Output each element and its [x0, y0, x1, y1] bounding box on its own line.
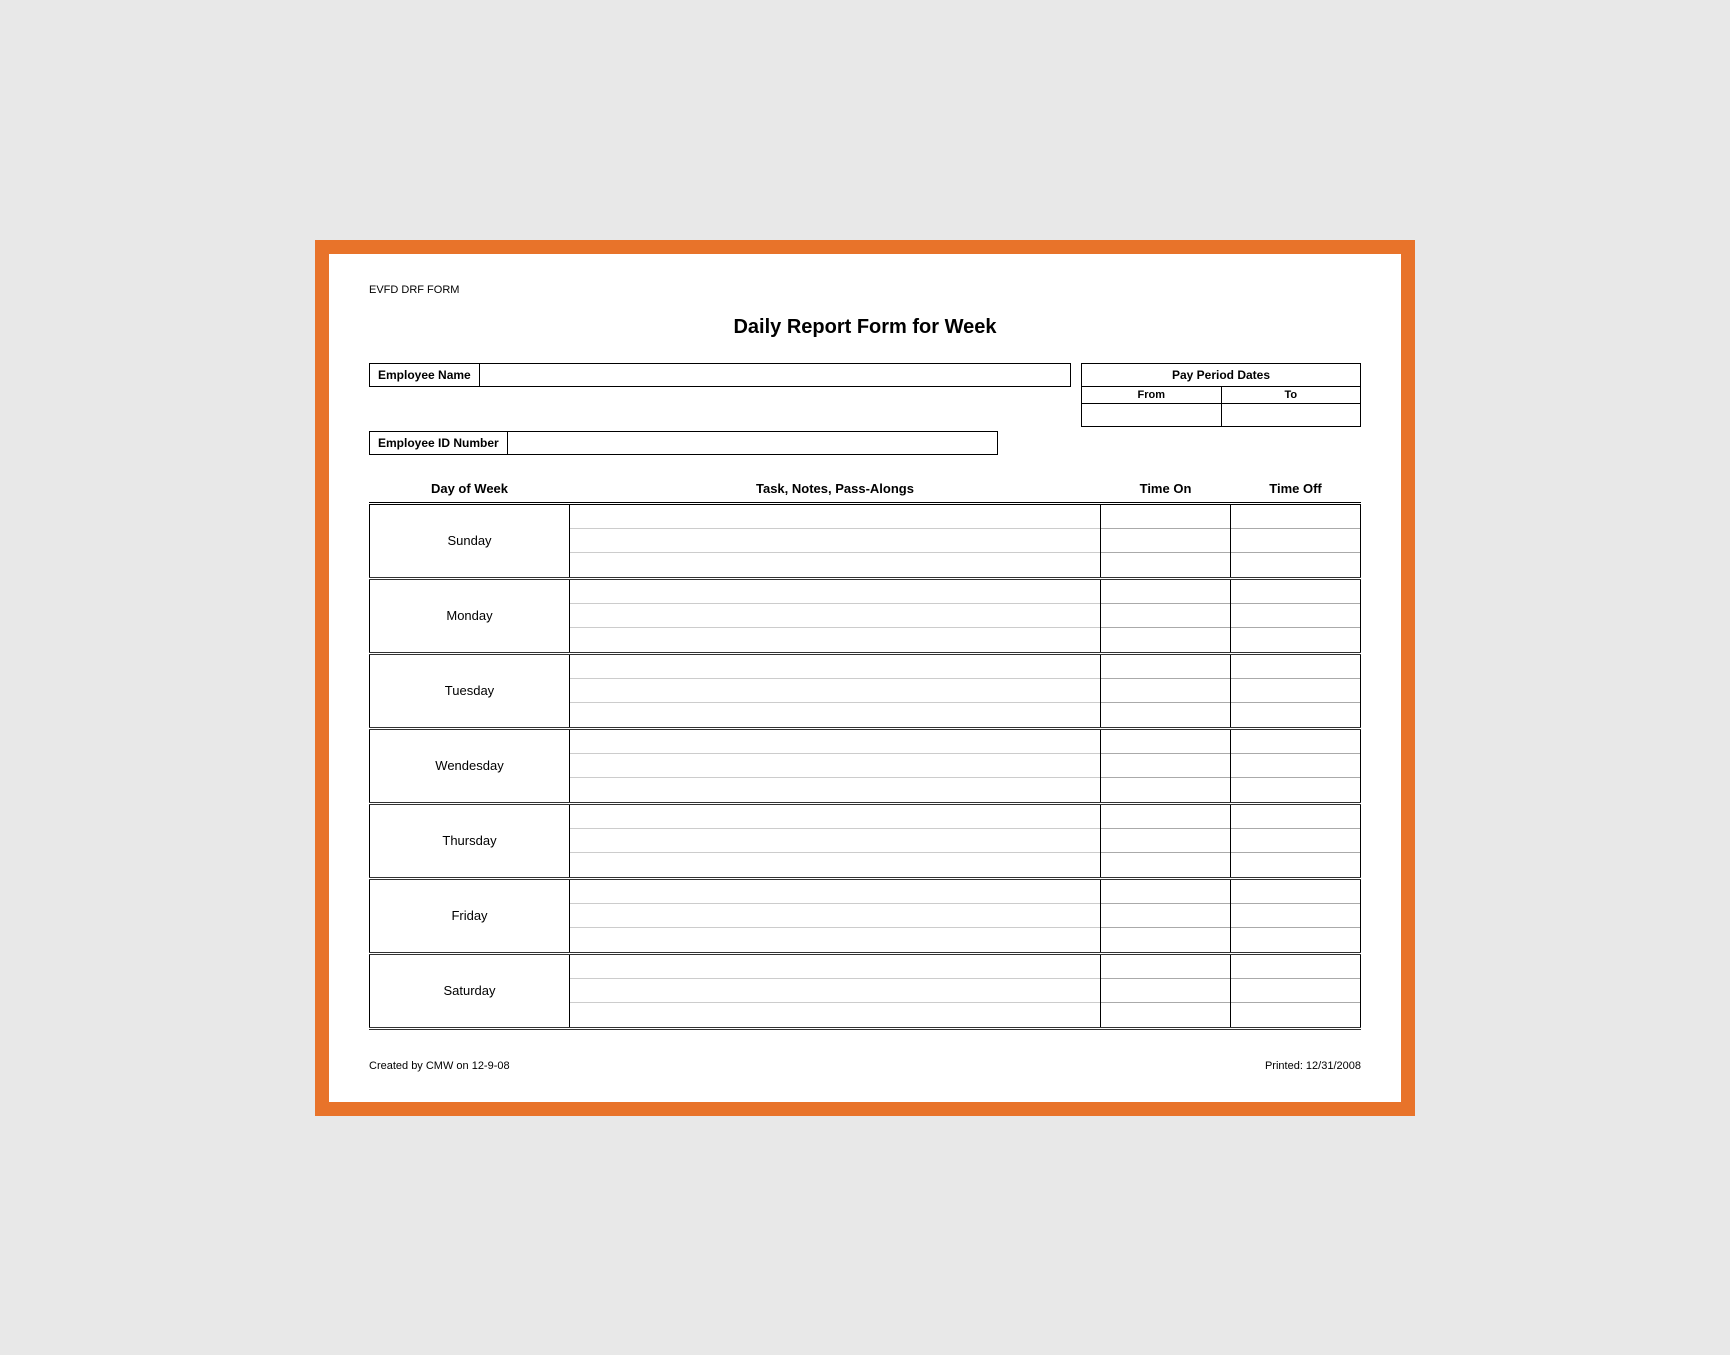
day-cell-saturday: Saturday	[370, 953, 570, 1028]
time-on-cell[interactable]	[1101, 578, 1231, 653]
time-on-cell[interactable]	[1101, 503, 1231, 578]
tasks-cell[interactable]	[570, 578, 1101, 653]
time-on-cell[interactable]	[1101, 728, 1231, 803]
pay-period-inputs	[1082, 404, 1360, 426]
form-title: Daily Report Form for Week	[369, 316, 1361, 339]
col-header-time-off: Time Off	[1231, 475, 1361, 504]
tasks-cell[interactable]	[570, 878, 1101, 953]
footer-right: Printed: 12/31/2008	[1265, 1060, 1361, 1072]
from-label: From	[1082, 387, 1222, 403]
col-header-tasks: Task, Notes, Pass-Alongs	[570, 475, 1101, 504]
time-off-cell[interactable]	[1231, 578, 1361, 653]
employee-name-row: Employee Name	[369, 363, 1071, 387]
pay-period-box: Pay Period Dates From To	[1081, 363, 1361, 427]
tasks-cell[interactable]	[570, 503, 1101, 578]
outer-border: EVFD DRF FORM Daily Report Form for Week…	[315, 240, 1415, 1116]
footer-left: Created by CMW on 12-9-08	[369, 1060, 510, 1072]
tasks-cell[interactable]	[570, 653, 1101, 728]
pay-period-title: Pay Period Dates	[1082, 364, 1360, 387]
tasks-cell[interactable]	[570, 803, 1101, 878]
inner-page: EVFD DRF FORM Daily Report Form for Week…	[327, 252, 1403, 1104]
time-on-cell[interactable]	[1101, 878, 1231, 953]
employee-name-label: Employee Name	[369, 363, 480, 387]
employee-id-label: Employee ID Number	[369, 431, 508, 455]
main-table: Day of Week Task, Notes, Pass-Alongs Tim…	[369, 475, 1361, 1030]
table-row: Thursday	[370, 803, 1361, 878]
time-on-cell[interactable]	[1101, 653, 1231, 728]
day-cell-monday: Monday	[370, 578, 570, 653]
table-row: Sunday	[370, 503, 1361, 578]
day-cell-thursday: Thursday	[370, 803, 570, 878]
time-off-cell[interactable]	[1231, 803, 1361, 878]
time-off-cell[interactable]	[1231, 728, 1361, 803]
tasks-cell[interactable]	[570, 953, 1101, 1028]
pay-period-subheaders: From To	[1082, 387, 1360, 404]
tasks-cell[interactable]	[570, 728, 1101, 803]
employee-name-input[interactable]	[480, 363, 1071, 387]
col-header-time-on: Time On	[1101, 475, 1231, 504]
day-cell-wendesday: Wendesday	[370, 728, 570, 803]
time-off-cell[interactable]	[1231, 653, 1361, 728]
time-off-cell[interactable]	[1231, 953, 1361, 1028]
table-header-row: Day of Week Task, Notes, Pass-Alongs Tim…	[370, 475, 1361, 504]
employee-id-row: Employee ID Number	[369, 431, 1361, 455]
pay-period-from-input[interactable]	[1082, 404, 1222, 426]
time-off-cell[interactable]	[1231, 503, 1361, 578]
time-on-cell[interactable]	[1101, 953, 1231, 1028]
col-header-day: Day of Week	[370, 475, 570, 504]
table-row: Monday	[370, 578, 1361, 653]
day-cell-tuesday: Tuesday	[370, 653, 570, 728]
time-off-cell[interactable]	[1231, 878, 1361, 953]
pay-period-to-input[interactable]	[1222, 404, 1361, 426]
employee-id-input[interactable]	[508, 431, 998, 455]
table-row: Friday	[370, 878, 1361, 953]
table-row: Wendesday	[370, 728, 1361, 803]
table-row: Tuesday	[370, 653, 1361, 728]
day-cell-sunday: Sunday	[370, 503, 570, 578]
table-row: Saturday	[370, 953, 1361, 1028]
to-label: To	[1222, 387, 1361, 403]
day-cell-friday: Friday	[370, 878, 570, 953]
footer-section: Created by CMW on 12-9-08 Printed: 12/31…	[369, 1060, 1361, 1072]
time-on-cell[interactable]	[1101, 803, 1231, 878]
form-header-label: EVFD DRF FORM	[369, 284, 1361, 296]
